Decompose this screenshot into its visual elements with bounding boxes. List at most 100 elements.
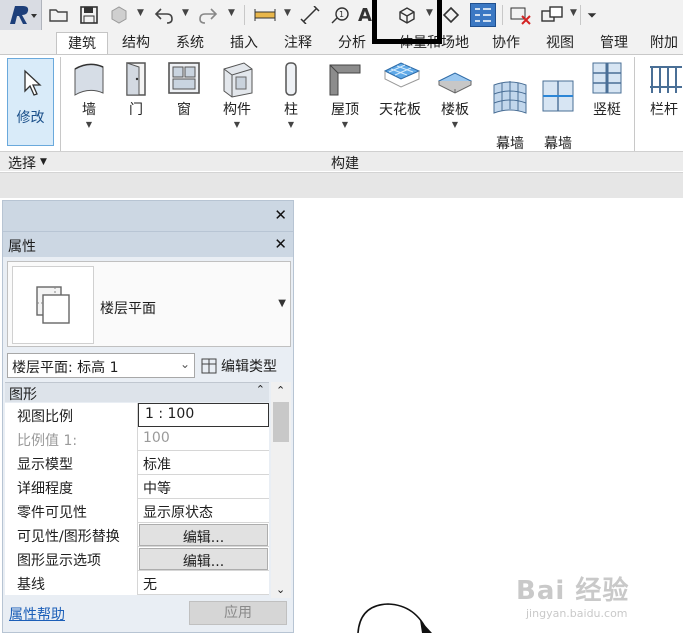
modify-button[interactable]: 修改 [7,58,54,146]
underlay-value[interactable]: 无 [138,571,269,595]
window-button[interactable]: 窗 [162,59,206,119]
wall-icon [74,63,104,96]
close-icon[interactable]: ✕ [274,206,287,224]
measure-icon[interactable] [252,3,278,27]
component-button[interactable]: 构件 ▼ [214,59,260,129]
edit-type-icon [201,358,217,373]
chevron-down-icon[interactable]: ▼ [284,8,291,18]
toolbar-separator [502,5,503,25]
graphic-display-edit-button[interactable]: 编辑... [139,548,268,570]
open-icon[interactable] [48,3,70,27]
watermark: Bai 经验 jingyan.baidu.com [516,570,629,620]
undo-icon[interactable] [152,3,176,27]
tab-collaborate[interactable]: 协作 [482,32,530,54]
roof-icon [329,64,361,96]
tab-structure[interactable]: 结构 [112,32,160,54]
parts-visibility-value[interactable]: 显示原状态 [138,499,269,523]
dimension-icon[interactable] [298,3,322,27]
tab-view[interactable]: 视图 [536,32,584,54]
group-header-label: 图形 [9,387,37,403]
curtain-grid-icon [542,80,574,112]
tab-insert[interactable]: 插入 [220,32,268,54]
property-name: 比例值 1: [5,427,138,451]
type-selector[interactable]: 楼层平面 ▼ [7,261,291,347]
quick-access-toolbar: ▼ ▼ ▼ ▼ 1 A ▼ ▼ ⏷ [0,0,683,30]
property-name: 显示模型 [5,451,138,475]
highlight-annotation-box [372,0,442,44]
property-row-view-scale: 视图比例 1 : 100 [5,403,269,427]
column-icon [285,62,297,96]
mullion-button[interactable]: 竖梃 [586,59,628,119]
view-scale-input[interactable]: 1 : 100 [138,403,269,427]
edit-type-button[interactable]: 编辑类型 [199,353,291,378]
window-icon [168,62,200,94]
graphics-group-header[interactable]: 图形 ⌃ [5,382,269,403]
chevron-down-icon[interactable]: ▼ [182,8,189,18]
property-row-visibility-graphics: 可见性/图形替换 编辑... [5,523,269,547]
instance-selector-value: 楼层平面: 标高 1 [12,360,119,376]
tab-manage[interactable]: 管理 [590,32,638,54]
sync-icon[interactable] [106,3,132,27]
column-button[interactable]: 柱 ▼ [270,59,312,129]
ribbon-tab-bar: 建筑 结构 系统 插入 注释 分析 体量和场地 协作 视图 管理 附加 [0,30,683,54]
properties-palette: ✕ 属性 ✕ 楼层平面 ▼ 楼层平面: 标高 1 ⌄ 编辑类型 图形 ⌃ 视图比… [2,200,294,633]
close-hidden-icon[interactable] [508,3,534,27]
floor-button[interactable]: 楼板 ▼ [432,59,478,129]
section-icon[interactable] [440,3,462,27]
railing-button[interactable]: 栏杆 [646,59,682,119]
roof-button[interactable]: 屋顶 ▼ [322,59,368,129]
close-icon[interactable]: ✕ [274,235,287,253]
select-panel-label[interactable]: 选择 [8,153,36,173]
scroll-up-icon[interactable]: ⌃ [276,384,285,397]
detail-level-value[interactable]: 中等 [138,475,269,499]
watermark-logo: Bai 经验 [516,576,630,606]
railing-label: 栏杆 [650,102,678,118]
ceiling-button[interactable]: 天花板 [374,59,426,119]
elevation-marker-icon [357,603,432,633]
visibility-graphics-edit-button[interactable]: 编辑... [139,524,268,546]
tag-icon[interactable]: 1 [328,3,352,27]
property-name: 零件可见性 [5,499,138,523]
options-bar [0,172,683,198]
instance-selector-dropdown[interactable]: 楼层平面: 标高 1 ⌄ [7,353,195,378]
chevron-down-icon: ▼ [341,120,349,129]
curtain-system-icon [493,81,527,114]
door-button[interactable]: 门 [116,59,156,119]
door-label: 门 [129,102,143,118]
floor-plan-type-icon [12,266,94,344]
toolbar-separator [580,5,581,25]
property-row-graphic-display-options: 图形显示选项 编辑... [5,547,269,571]
tab-add-ins[interactable]: 附加 [644,32,683,54]
property-name: 图形显示选项 [5,547,138,571]
customize-icon[interactable]: ⏷ [584,3,600,27]
property-grid-scrollbar[interactable]: ⌃ ⌄ [271,382,291,598]
display-model-value[interactable]: 标准 [138,451,269,475]
revit-r-logo[interactable] [0,0,42,30]
chevron-down-icon[interactable]: ▼ [228,8,235,18]
tab-annotate[interactable]: 注释 [274,32,322,54]
thin-lines-icon[interactable] [470,3,496,27]
scroll-down-icon[interactable]: ⌄ [276,583,285,596]
apply-button[interactable]: 应用 [189,601,287,625]
palette-dock-bar: ✕ [3,201,293,231]
chevron-down-icon[interactable]: ▼ [40,157,47,167]
tab-systems[interactable]: 系统 [166,32,214,54]
scrollbar-thumb[interactable] [273,402,289,442]
chevron-down-icon[interactable]: ▼ [278,298,286,309]
properties-title-bar: 属性 ✕ [3,231,293,257]
chevron-down-icon[interactable]: ▼ [570,8,577,18]
column-label: 柱 [284,102,298,118]
tab-architecture[interactable]: 建筑 [56,32,108,54]
switch-windows-icon[interactable] [540,3,566,27]
collapse-icon[interactable]: ⌃ [256,383,265,396]
build-panel-label: 构建 [331,156,359,172]
tab-analyze[interactable]: 分析 [328,32,376,54]
chevron-down-icon[interactable]: ▼ [137,8,144,18]
redo-icon[interactable] [196,3,220,27]
save-icon[interactable] [78,3,100,27]
drawing-canvas[interactable]: Bai 经验 jingyan.baidu.com [296,200,683,633]
properties-help-link[interactable]: 属性帮助 [9,604,65,624]
mullion-icon [592,62,622,94]
wall-button[interactable]: 墙 ▼ [66,59,112,129]
chevron-down-icon: ▼ [287,120,295,129]
